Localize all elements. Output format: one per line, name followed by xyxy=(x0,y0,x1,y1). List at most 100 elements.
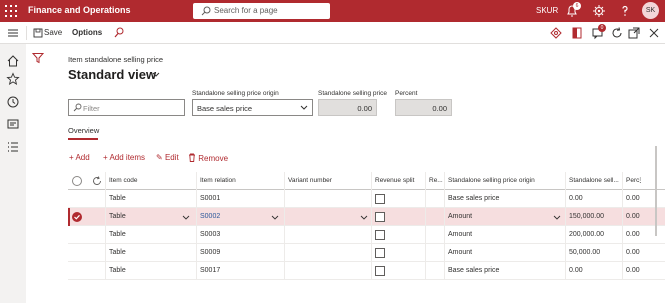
cell-percent[interactable]: 0.00 xyxy=(622,262,665,280)
chevron-down-icon[interactable] xyxy=(360,215,368,220)
ssp-label: Standalone selling price xyxy=(318,90,388,97)
cell-variant-number[interactable] xyxy=(284,226,371,244)
table-row[interactable]: Table S0017 Base sales price 0.00 0.00 xyxy=(68,262,665,280)
clock-icon[interactable] xyxy=(6,95,20,109)
remove-button[interactable]: Remove xyxy=(188,153,228,163)
table-row-selected[interactable]: Table S0002 Amount 150,000.00 0.00 xyxy=(68,208,665,226)
col-variant-number[interactable]: Variant number xyxy=(284,172,371,190)
col-percent[interactable]: Perc ⋮ xyxy=(622,172,665,190)
revenue-split-checkbox[interactable] xyxy=(375,230,385,240)
add-button[interactable]: + Add xyxy=(69,153,90,162)
cell-ssp[interactable]: 150,000.00 xyxy=(565,208,622,226)
app-title[interactable]: Finance and Operations xyxy=(28,5,131,15)
cell-variant-number[interactable] xyxy=(284,262,371,280)
company-picker[interactable]: SKUR xyxy=(536,6,558,15)
add-items-button[interactable]: + Add items xyxy=(103,153,145,162)
column-menu-icon[interactable]: ⋮ xyxy=(637,172,644,190)
notifications-button[interactable]: 6 xyxy=(564,2,581,19)
cell-item-relation[interactable]: S0001 xyxy=(196,190,284,208)
cell-percent[interactable]: 0.00 xyxy=(622,244,665,262)
cell-percent[interactable]: 0.00 xyxy=(622,190,665,208)
chevron-down-icon[interactable] xyxy=(271,215,279,220)
settings-button[interactable] xyxy=(591,3,607,19)
col-revenue-split[interactable]: Revenue split xyxy=(371,172,425,190)
add-items-label: Add items xyxy=(109,153,146,162)
workspaces-icon[interactable] xyxy=(6,117,20,131)
selected-row-indicator xyxy=(68,208,70,226)
origin-select[interactable]: Base sales price xyxy=(192,99,313,116)
options-tab[interactable]: Options xyxy=(72,28,102,37)
cell-item-code[interactable]: Table xyxy=(105,244,196,262)
chevron-down-icon[interactable] xyxy=(553,215,561,220)
cell-item-code[interactable]: Table xyxy=(105,226,196,244)
office-icon[interactable] xyxy=(570,26,584,40)
revenue-split-checkbox[interactable] xyxy=(375,212,385,222)
filter-input[interactable]: Filter xyxy=(68,99,185,116)
cell-ssp[interactable]: 50,000.00 xyxy=(565,244,622,262)
refresh-icon[interactable] xyxy=(610,26,624,40)
global-search-input[interactable]: Search for a page xyxy=(193,3,330,19)
chevron-down-icon[interactable] xyxy=(152,72,160,78)
revenue-split-checkbox[interactable] xyxy=(375,266,385,276)
view-selector[interactable]: Standard view xyxy=(68,67,156,82)
col-ssp[interactable]: Standalone sell... xyxy=(565,172,622,190)
origin-label: Standalone selling price origin xyxy=(192,90,279,97)
col-re[interactable]: Re... xyxy=(425,172,444,190)
add-label: Add xyxy=(75,153,90,162)
cell-re xyxy=(425,262,444,280)
hamburger-icon[interactable] xyxy=(6,26,20,40)
cell-item-relation[interactable]: S0002 xyxy=(196,208,284,226)
messages-button[interactable]: 0 xyxy=(591,24,606,40)
cell-item-code[interactable]: Table xyxy=(105,262,196,280)
home-icon[interactable] xyxy=(6,54,20,68)
waffle-icon[interactable] xyxy=(3,3,19,19)
cell-variant-number[interactable] xyxy=(284,208,371,226)
cell-item-relation[interactable]: S0009 xyxy=(196,244,284,262)
cell-revenue-split xyxy=(371,244,425,262)
refresh-icon[interactable] xyxy=(92,176,102,186)
cell-variant-number[interactable] xyxy=(284,244,371,262)
table-row[interactable]: Table S0003 Amount 200,000.00 0.00 xyxy=(68,226,665,244)
open-new-window-icon[interactable] xyxy=(627,26,641,40)
cell-ssp[interactable]: 0.00 xyxy=(565,190,622,208)
col-item-code[interactable]: Item code xyxy=(105,172,196,190)
cell-ssp[interactable]: 0.00 xyxy=(565,262,622,280)
cell-percent[interactable]: 0.00 xyxy=(622,208,665,226)
col-origin[interactable]: Standalone selling price origin xyxy=(444,172,565,190)
edit-button[interactable]: ✎ Edit xyxy=(156,153,179,162)
grid-scrollbar[interactable] xyxy=(655,146,657,236)
cell-percent[interactable]: 0.00 xyxy=(622,226,665,244)
col-item-relation[interactable]: Item relation xyxy=(196,172,284,190)
revenue-split-checkbox[interactable] xyxy=(375,248,385,258)
list-icon[interactable] xyxy=(6,140,20,154)
cell-ssp[interactable]: 200,000.00 xyxy=(565,226,622,244)
avatar[interactable]: SK xyxy=(642,2,659,19)
cell-origin[interactable]: Base sales price xyxy=(444,262,565,280)
cell-item-code[interactable]: Table xyxy=(105,190,196,208)
cell-origin[interactable]: Amount xyxy=(444,244,565,262)
cell-item-relation[interactable]: S0003 xyxy=(196,226,284,244)
cell-variant-number[interactable] xyxy=(284,190,371,208)
select-all-radio[interactable] xyxy=(72,176,82,186)
cell-re xyxy=(425,208,444,226)
cell-item-code[interactable]: Table xyxy=(105,208,196,226)
app-header: Finance and Operations Search for a page… xyxy=(0,0,665,22)
cell-origin[interactable]: Amount xyxy=(444,226,565,244)
revenue-split-checkbox[interactable] xyxy=(375,194,385,204)
tab-overview[interactable]: Overview xyxy=(68,126,99,135)
find-icon[interactable] xyxy=(112,26,126,40)
cell-item-relation[interactable]: S0017 xyxy=(196,262,284,280)
cell-origin[interactable]: Amount xyxy=(444,208,565,226)
row-selected-check[interactable] xyxy=(72,212,82,222)
table-row[interactable]: Table S0009 Amount 50,000.00 0.00 xyxy=(68,244,665,262)
cell-origin[interactable]: Base sales price xyxy=(444,190,565,208)
close-icon[interactable] xyxy=(647,26,661,40)
filter-icon[interactable] xyxy=(32,52,44,64)
chevron-down-icon[interactable] xyxy=(182,215,190,220)
star-icon[interactable] xyxy=(6,72,20,86)
message-count: 0 xyxy=(598,24,606,32)
action-pane: Save Options 0 xyxy=(0,22,665,44)
help-button[interactable] xyxy=(617,3,633,19)
table-row[interactable]: Table S0001 Base sales price 0.00 0.00 xyxy=(68,190,665,208)
diamond-icon[interactable] xyxy=(549,26,563,40)
